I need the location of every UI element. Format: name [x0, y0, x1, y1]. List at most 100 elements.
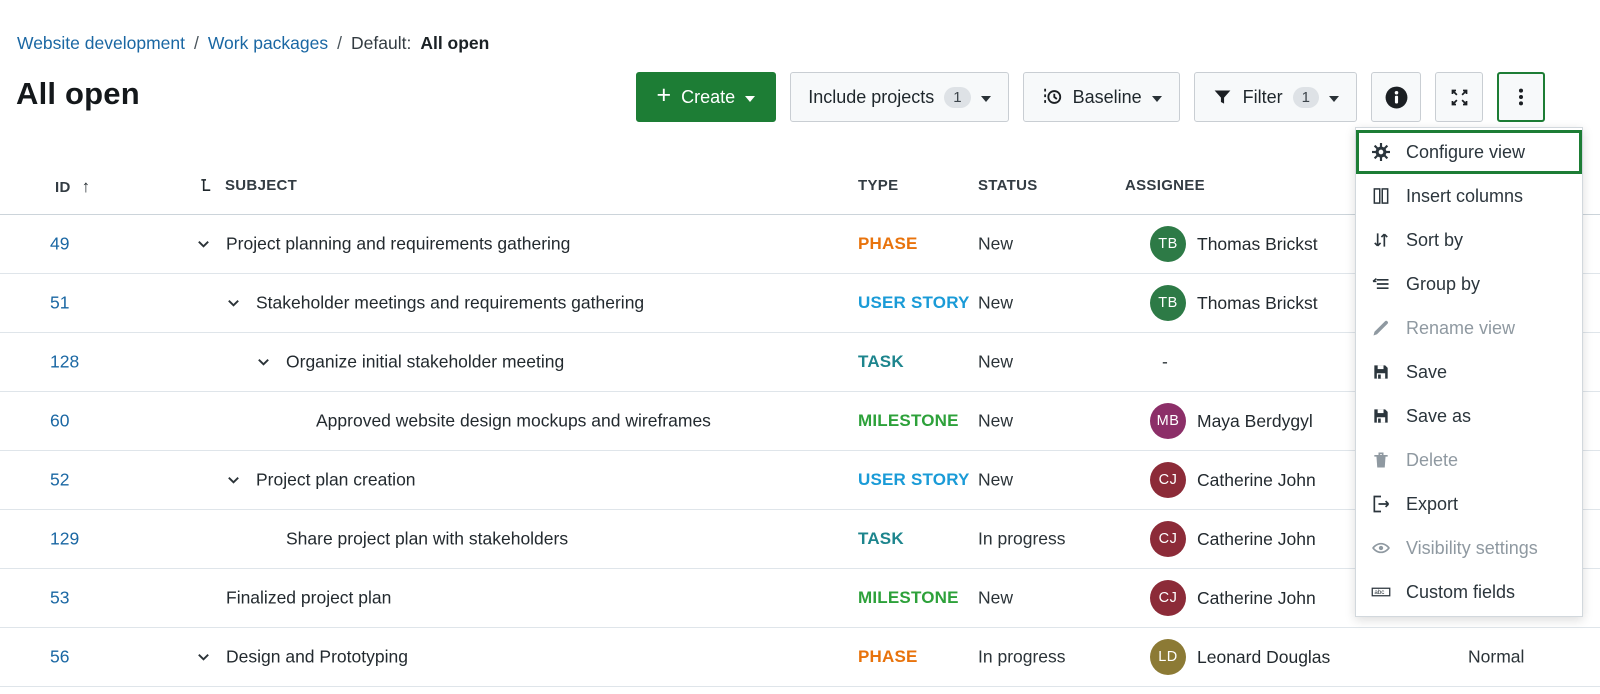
type-cell[interactable]: TASK — [858, 352, 904, 372]
subject-text: Project plan creation — [256, 469, 416, 490]
subject-cell[interactable]: Project planning and requirements gather… — [196, 234, 570, 255]
menu-item-export[interactable]: Export — [1356, 482, 1582, 526]
menu-item-visibility-settings[interactable]: Visibility settings — [1356, 526, 1582, 570]
subject-cell[interactable]: Approved website design mockups and wire… — [196, 411, 711, 432]
chevron-down-icon — [1329, 95, 1339, 102]
fullscreen-button[interactable] — [1435, 72, 1483, 122]
work-package-id-link[interactable]: 53 — [50, 588, 69, 609]
subject-cell[interactable]: Finalized project plan — [196, 588, 391, 609]
type-cell[interactable]: PHASE — [858, 234, 918, 254]
priority-cell[interactable]: Normal — [1468, 647, 1524, 668]
column-header-type[interactable]: TYPE — [858, 177, 898, 194]
breadcrumb-work-packages-link[interactable]: Work packages — [208, 33, 328, 54]
menu-item-custom-fields[interactable]: abc Custom fields — [1356, 570, 1582, 614]
menu-item-rename-view[interactable]: Rename view — [1356, 306, 1582, 350]
collapse-chevron-icon[interactable] — [196, 237, 226, 252]
menu-item-label: Sort by — [1406, 229, 1464, 250]
status-cell[interactable]: In progress — [978, 647, 1066, 668]
type-cell[interactable]: PHASE — [858, 647, 918, 667]
status-cell[interactable]: New — [978, 352, 1013, 373]
status-cell[interactable]: New — [978, 588, 1013, 609]
group-by-icon — [1372, 277, 1389, 289]
menu-item-configure-view[interactable]: Configure view — [1356, 130, 1582, 174]
subject-cell[interactable]: Organize initial stakeholder meeting — [196, 352, 564, 373]
info-button[interactable] — [1371, 72, 1421, 122]
breadcrumb-project-link[interactable]: Website development — [17, 33, 185, 54]
column-header-assignee-label: ASSIGNEE — [1125, 177, 1205, 194]
assignee-cell[interactable]: CJ Catherine John — [1150, 580, 1316, 616]
menu-item-delete[interactable]: Delete — [1356, 438, 1582, 482]
include-projects-label: Include projects — [808, 86, 935, 107]
kebab-menu-icon — [1518, 88, 1524, 106]
work-package-id-link[interactable]: 51 — [50, 293, 69, 314]
breadcrumb-separator: / — [337, 33, 343, 53]
filter-button[interactable]: Filter 1 — [1193, 72, 1357, 122]
menu-item-label: Delete — [1406, 449, 1459, 470]
subject-cell[interactable]: Project plan creation — [196, 470, 416, 491]
column-header-status[interactable]: STATUS — [978, 177, 1038, 194]
breadcrumb-separator: / — [193, 33, 199, 53]
breadcrumb: Website development / Work packages / De… — [17, 33, 489, 54]
type-cell[interactable]: USER STORY — [858, 470, 970, 490]
menu-item-label: Configure view — [1406, 141, 1526, 162]
assignee-name: Maya Berdygyl — [1197, 410, 1313, 431]
table-row[interactable]: 56 Design and Prototyping PHASE In progr… — [0, 628, 1600, 687]
assignee-cell[interactable]: LD Leonard Douglas — [1150, 639, 1330, 675]
save-icon — [1374, 365, 1388, 379]
chevron-down-icon — [745, 95, 756, 102]
status-cell[interactable]: New — [978, 411, 1013, 432]
menu-item-sort-by[interactable]: Sort by — [1356, 218, 1582, 262]
assignee-name: Leonard Douglas — [1197, 646, 1331, 667]
work-package-id-link[interactable]: 56 — [50, 647, 69, 668]
more-menu-button[interactable] — [1497, 72, 1545, 122]
assignee-cell[interactable]: MB Maya Berdygyl — [1150, 403, 1313, 439]
assignee-name: Catherine John — [1197, 587, 1316, 608]
assignee-cell[interactable]: TB Thomas Brickst — [1150, 285, 1318, 321]
menu-item-group-by[interactable]: Group by — [1356, 262, 1582, 306]
column-header-subject[interactable]: SUBJECT — [199, 177, 297, 194]
avatar: CJ — [1150, 521, 1186, 557]
collapse-chevron-icon[interactable] — [226, 296, 256, 311]
svg-text:abc: abc — [1374, 589, 1384, 596]
assignee-cell[interactable]: TB Thomas Brickst — [1150, 226, 1318, 262]
subject-cell[interactable]: Stakeholder meetings and requirements ga… — [196, 293, 644, 314]
status-cell[interactable]: New — [978, 470, 1013, 491]
status-cell[interactable]: New — [978, 293, 1013, 314]
work-package-id-link[interactable]: 128 — [50, 352, 79, 373]
menu-item-label: Export — [1406, 493, 1459, 514]
subject-cell[interactable]: Share project plan with stakeholders — [196, 529, 568, 550]
collapse-chevron-icon[interactable] — [196, 650, 226, 665]
avatar: TB — [1150, 226, 1186, 262]
work-package-id-link[interactable]: 60 — [50, 411, 69, 432]
include-projects-button[interactable]: Include projects 1 — [790, 72, 1009, 122]
column-header-id-label: ID — [55, 178, 71, 196]
collapse-chevron-icon[interactable] — [256, 355, 286, 370]
subject-text: Design and Prototyping — [226, 646, 408, 667]
type-cell[interactable]: MILESTONE — [858, 411, 959, 431]
menu-item-save[interactable]: Save — [1356, 350, 1582, 394]
work-package-id-link[interactable]: 129 — [50, 529, 79, 550]
create-button[interactable]: + Create — [635, 72, 777, 122]
type-cell[interactable]: MILESTONE — [858, 588, 959, 608]
assignee-cell[interactable]: CJ Catherine John — [1150, 521, 1316, 557]
menu-item-save-as[interactable]: Save as — [1356, 394, 1582, 438]
settings-dropdown-menu: Configure view Insert columns Sort by Gr… — [1355, 127, 1583, 617]
plus-icon: + — [656, 81, 672, 109]
status-cell[interactable]: In progress — [978, 529, 1066, 550]
baseline-button[interactable]: Baseline — [1022, 72, 1180, 122]
assignee-cell-empty[interactable]: - — [1162, 352, 1168, 373]
assignee-cell[interactable]: CJ Catherine John — [1150, 462, 1316, 498]
work-package-id-link[interactable]: 49 — [50, 234, 69, 255]
menu-item-label: Group by — [1406, 273, 1481, 294]
column-header-type-label: TYPE — [858, 177, 899, 194]
collapse-chevron-icon[interactable] — [226, 473, 256, 488]
column-header-assignee[interactable]: ASSIGNEE — [1125, 177, 1205, 194]
subject-cell[interactable]: Design and Prototyping — [196, 647, 408, 668]
menu-item-insert-columns[interactable]: Insert columns — [1356, 174, 1582, 218]
status-cell[interactable]: New — [978, 234, 1013, 255]
type-cell[interactable]: USER STORY — [858, 293, 970, 313]
work-package-id-link[interactable]: 52 — [50, 470, 69, 491]
column-header-id[interactable]: ID ↑ — [55, 177, 90, 197]
type-cell[interactable]: TASK — [858, 529, 904, 549]
columns-icon — [1373, 188, 1389, 204]
